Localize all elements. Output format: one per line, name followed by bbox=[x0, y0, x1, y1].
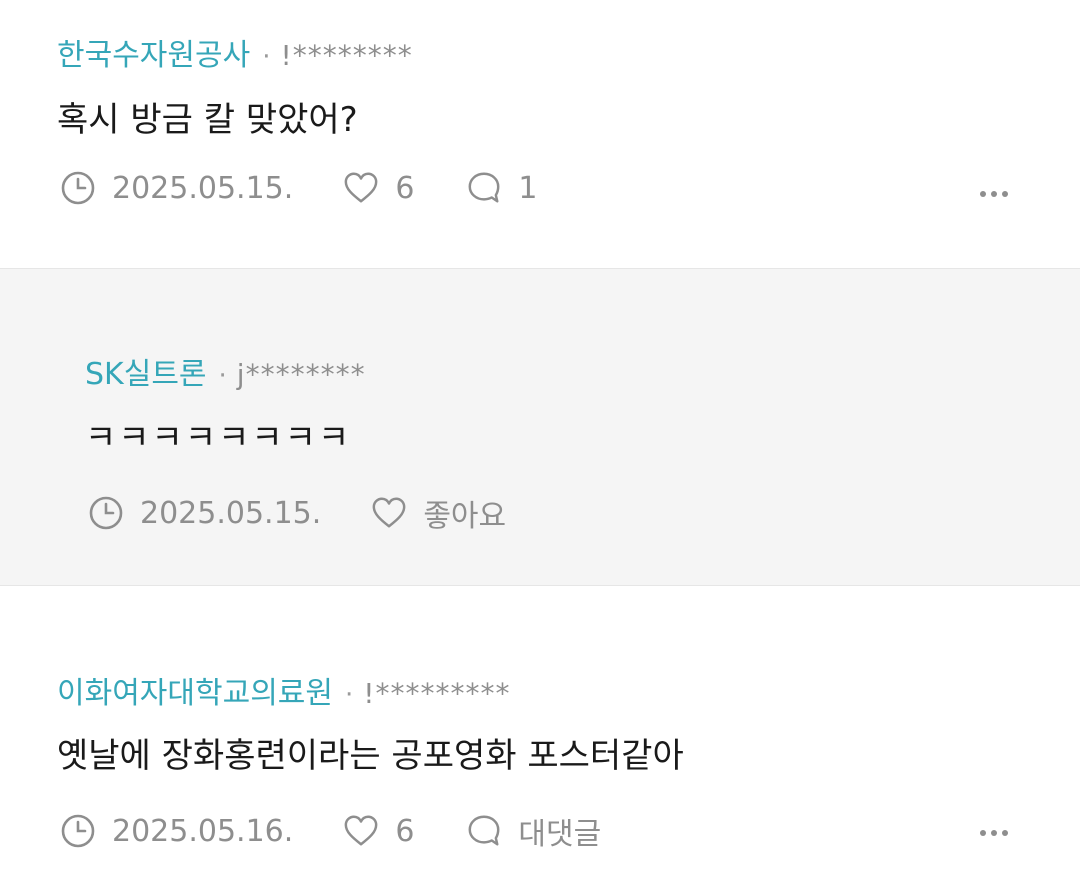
clock-icon bbox=[88, 495, 124, 531]
like-label: 좋아요 bbox=[423, 499, 507, 534]
comment-meta: 2025.05.15. 좋아요 bbox=[88, 491, 506, 535]
author-id: !********* bbox=[363, 677, 511, 710]
comment-bubble-icon bbox=[466, 170, 502, 206]
date-item: 2025.05.16. bbox=[60, 813, 293, 849]
like-count: 6 bbox=[395, 813, 415, 849]
reply-button[interactable]: 대댓글 bbox=[466, 809, 601, 853]
comment-date: 2025.05.16. bbox=[112, 813, 294, 849]
separator: · bbox=[345, 680, 354, 710]
like-button[interactable]: 좋아요 bbox=[371, 491, 506, 535]
comment-text: 혹시 방금 칼 맞았어? bbox=[57, 100, 358, 140]
reply-button[interactable]: 1 bbox=[466, 170, 538, 206]
clock-icon bbox=[60, 813, 96, 849]
author-company[interactable]: 이화여자대학교의료원 bbox=[57, 668, 333, 712]
author-id: j******** bbox=[236, 358, 366, 391]
more-options-icon[interactable] bbox=[980, 830, 1008, 836]
author-id: !******** bbox=[280, 39, 413, 72]
comment-date: 2025.05.15. bbox=[140, 495, 322, 531]
comment-bubble-icon bbox=[466, 813, 502, 849]
author-company[interactable]: SK실트론 bbox=[85, 349, 207, 393]
heart-icon bbox=[371, 495, 407, 531]
separator: · bbox=[262, 42, 271, 72]
comment-meta: 2025.05.15. 6 1 bbox=[60, 170, 538, 206]
comment-text: 옛날에 장화홍련이라는 공포영화 포스터같아 bbox=[57, 736, 684, 776]
date-item: 2025.05.15. bbox=[60, 170, 293, 206]
like-button[interactable]: 6 bbox=[343, 170, 414, 206]
comment-date: 2025.05.15. bbox=[112, 170, 294, 206]
comment-3: 이화여자대학교의료원 · !********* 옛날에 장화홍련이라는 공포영화… bbox=[0, 585, 1080, 892]
reply-label: 대댓글 bbox=[518, 817, 602, 852]
author-company[interactable]: 한국수자원공사 bbox=[57, 30, 250, 74]
separator: · bbox=[218, 361, 227, 391]
comment-meta: 2025.05.16. 6 대댓글 bbox=[60, 809, 601, 853]
author-line: 한국수자원공사 · !******** bbox=[57, 30, 413, 74]
like-count: 6 bbox=[395, 170, 415, 206]
heart-icon bbox=[343, 170, 379, 206]
more-options-icon[interactable] bbox=[980, 191, 1008, 197]
heart-icon bbox=[343, 813, 379, 849]
like-button[interactable]: 6 bbox=[343, 813, 414, 849]
author-line: SK실트론 · j******** bbox=[85, 349, 366, 393]
reply-count: 1 bbox=[518, 170, 538, 206]
author-line: 이화여자대학교의료원 · !********* bbox=[57, 668, 511, 712]
comment-text: ㅋㅋㅋㅋㅋㅋㅋㅋ bbox=[85, 418, 352, 458]
clock-icon bbox=[60, 170, 96, 206]
reply-comment: SK실트론 · j******** ㅋㅋㅋㅋㅋㅋㅋㅋ 2025.05.15. 좋… bbox=[0, 268, 1080, 586]
date-item: 2025.05.15. bbox=[88, 495, 321, 531]
comment-1: 한국수자원공사 · !******** 혹시 방금 칼 맞았어? 2025.05… bbox=[0, 0, 1080, 268]
